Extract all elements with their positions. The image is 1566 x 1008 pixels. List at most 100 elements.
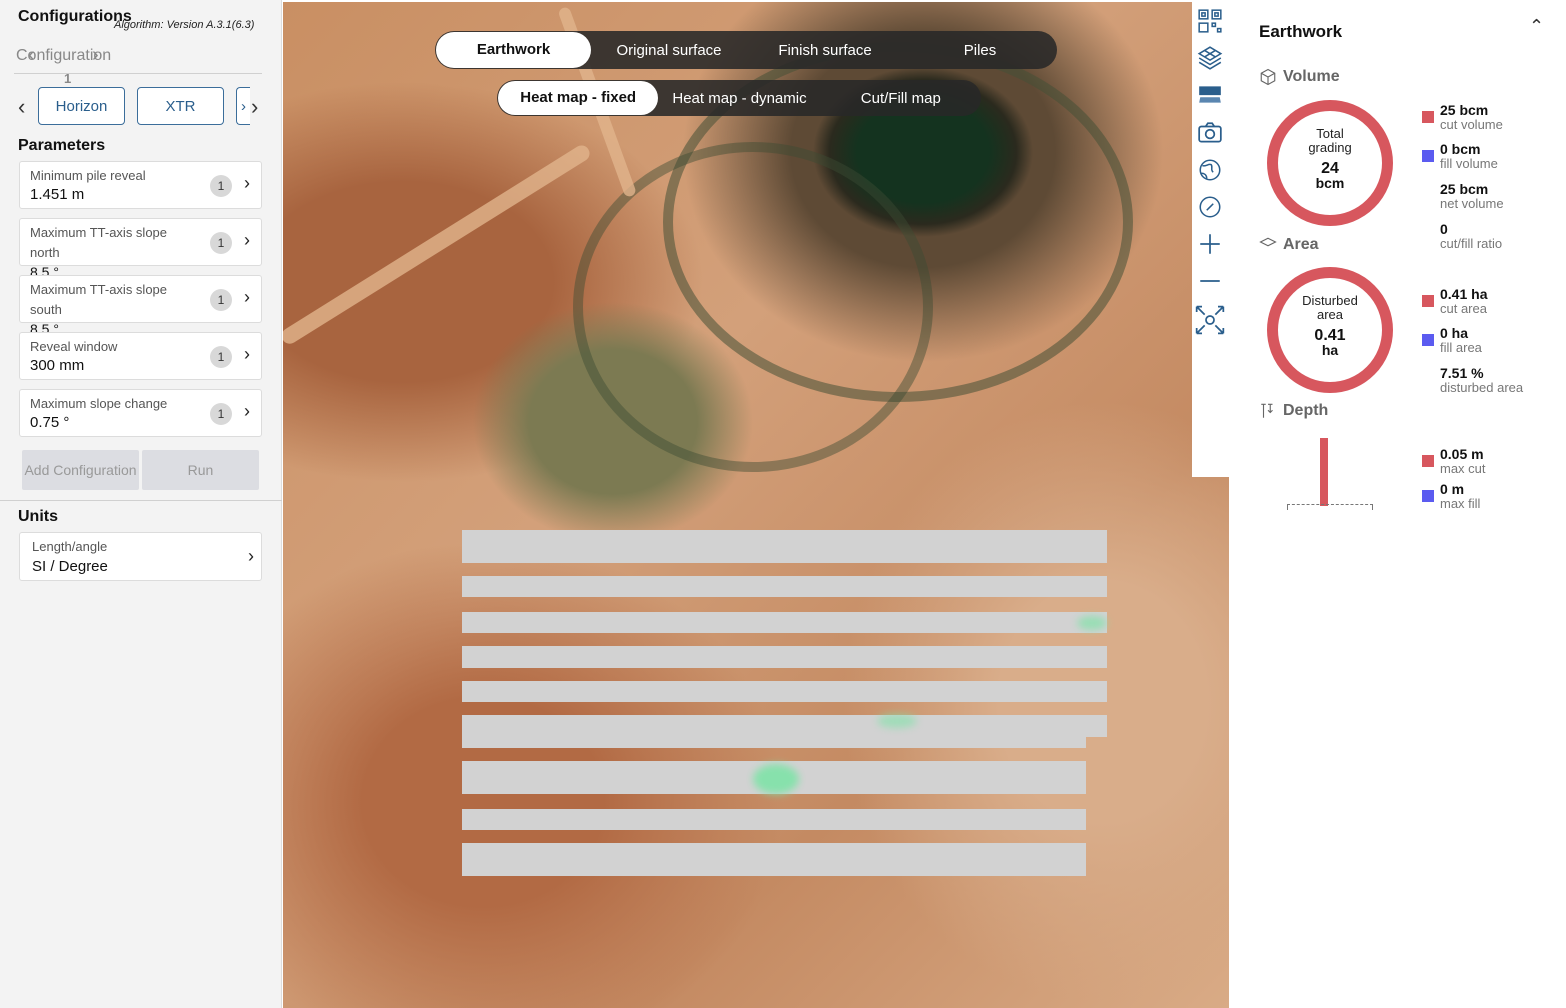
chips-scroll-right-icon[interactable]: › — [251, 94, 258, 120]
earthwork-title: Earthwork — [1259, 22, 1343, 41]
add-configuration-button[interactable]: Add Configuration — [22, 450, 139, 490]
stat-value: 0 ha — [1440, 325, 1469, 341]
run-button[interactable]: Run — [142, 450, 259, 490]
stat-caption: disturbed area — [1440, 380, 1524, 395]
heat-spot — [1077, 616, 1107, 630]
tab-piles[interactable]: Piles — [903, 42, 1057, 59]
pile-row-block[interactable] — [462, 737, 1086, 748]
stat-value: 25 bcm — [1440, 181, 1489, 197]
stat-caption: fill volume — [1440, 156, 1498, 171]
param-max-slope-north[interactable]: Maximum TT-axis slope north 8.5 ° 1 › — [19, 218, 262, 280]
stat-caption: net volume — [1440, 196, 1504, 211]
volume-title: Volume — [1283, 68, 1340, 85]
chip-partial[interactable]: › — [236, 87, 250, 125]
ring-unit: ha — [1321, 342, 1339, 358]
heat-spot — [753, 764, 799, 794]
stat-caption: cut area — [1440, 301, 1487, 316]
stat-caption: cut volume — [1440, 117, 1503, 132]
ring-unit: bcm — [1315, 175, 1345, 191]
pile-row-block[interactable] — [462, 576, 1107, 597]
camera-icon[interactable] — [1196, 119, 1224, 147]
stat-caption: max cut — [1440, 461, 1486, 476]
param-max-slope-change[interactable]: Maximum slope change 0.75 ° 1 › — [19, 389, 262, 437]
chevron-right-icon[interactable]: › — [244, 287, 250, 308]
stat-value: 25 bcm — [1440, 102, 1489, 118]
earthwork-panel: Earthwork ⌃ Volume Total grading 24 bcm … — [1229, 0, 1566, 1008]
pile-row-block[interactable] — [462, 612, 1107, 633]
cut-volume-stat: 25 bcm cut volume — [1440, 103, 1503, 132]
chevron-up-icon[interactable]: ⌃ — [1529, 16, 1544, 37]
previous-configuration-icon[interactable]: ‹ — [28, 44, 35, 67]
pile-row-block[interactable] — [462, 843, 1086, 876]
map-tools — [1192, 2, 1229, 477]
heatmap-tabs: Heat map - fixed Heat map - dynamic Cut/… — [497, 80, 981, 116]
tab-heat-map-dynamic[interactable]: Heat map - dynamic — [658, 90, 820, 107]
disturbed-area-ring: Disturbed area 0.41 ha — [1267, 267, 1393, 393]
chevron-right-icon[interactable]: › — [248, 546, 254, 567]
satellite-map[interactable]: Earthwork Original surface Finish surfac… — [283, 2, 1229, 1008]
layers-map-icon[interactable] — [1196, 44, 1224, 72]
stat-value: 0.05 m — [1440, 446, 1484, 462]
parameters-title: Parameters — [18, 137, 106, 154]
zoom-in-icon[interactable] — [1196, 230, 1224, 258]
pile-row-block[interactable] — [462, 646, 1107, 668]
param-value: 1.451 m — [30, 186, 85, 203]
fill-area-stat: 0 ha fill area — [1440, 326, 1482, 355]
param-label: Maximum slope change — [30, 396, 168, 411]
tab-heat-map-fixed[interactable]: Heat map - fixed — [498, 81, 659, 115]
chip-horizon[interactable]: Horizon — [38, 87, 125, 125]
param-label: Minimum pile reveal — [30, 168, 146, 183]
area-title: Area — [1283, 236, 1319, 253]
qr-grid-icon[interactable] — [1196, 7, 1224, 35]
chevron-right-icon[interactable]: › — [244, 401, 250, 422]
pile-row-block[interactable] — [462, 530, 1107, 563]
globe-icon[interactable] — [1196, 156, 1224, 184]
units-value: SI / Degree — [32, 558, 108, 575]
stat-value: 0.41 ha — [1440, 286, 1488, 302]
zoom-out-icon[interactable] — [1196, 267, 1224, 295]
param-label: Reveal window — [30, 339, 118, 354]
param-max-slope-south[interactable]: Maximum TT-axis slope south 8.5 ° 1 › — [19, 275, 262, 337]
depth-baseline — [1287, 504, 1373, 510]
heat-spot — [877, 714, 917, 728]
param-reveal-window[interactable]: Reveal window 300 mm 1 › — [19, 332, 262, 380]
count-badge: 1 — [210, 403, 232, 425]
param-value: 300 mm — [30, 357, 85, 374]
chips-scroll-left-icon[interactable]: ‹ — [18, 94, 25, 120]
ring-value: 0.41 — [1314, 327, 1346, 344]
chevron-right-icon[interactable]: › — [244, 173, 250, 194]
stat-caption: fill area — [1440, 340, 1482, 355]
pile-row-block[interactable] — [462, 809, 1086, 830]
ring-text: Total grading 24 bcm — [1278, 127, 1382, 191]
chevron-right-icon[interactable]: › — [244, 344, 250, 365]
chip-xtr[interactable]: XTR — [137, 87, 224, 125]
layers-stack-icon[interactable] — [1196, 80, 1224, 108]
next-configuration-icon[interactable]: › — [92, 44, 99, 67]
configuration-index: 1 — [64, 71, 72, 86]
stat-caption: max fill — [1440, 496, 1481, 511]
depth-icon — [1261, 403, 1273, 418]
fit-extent-icon[interactable] — [1194, 304, 1226, 336]
dirt-road — [283, 142, 593, 347]
cube-icon — [1260, 68, 1276, 86]
stat-value: 0 — [1440, 221, 1448, 237]
param-minimum-pile-reveal[interactable]: Minimum pile reveal 1.451 m 1 › — [19, 161, 262, 209]
tab-earthwork[interactable]: Earthwork — [436, 32, 591, 68]
count-badge: 1 — [210, 289, 232, 311]
disturbed-area-stat: 7.51 % disturbed area — [1440, 366, 1523, 395]
depth-title: Depth — [1283, 402, 1329, 419]
tab-original-surface[interactable]: Original surface — [591, 42, 747, 59]
chevron-right-icon[interactable]: › — [244, 230, 250, 251]
param-value: 0.75 ° — [30, 414, 70, 431]
pile-row-block[interactable] — [462, 715, 1107, 737]
pile-row-block[interactable] — [462, 681, 1107, 702]
max-cut-bar — [1320, 438, 1328, 506]
cut-area-stat: 0.41 ha cut area — [1440, 287, 1487, 316]
net-volume-stat: 25 bcm net volume — [1440, 182, 1504, 211]
tab-cut-fill-map[interactable]: Cut/Fill map — [821, 90, 981, 107]
tab-finish-surface[interactable]: Finish surface — [747, 42, 903, 59]
compass-icon[interactable] — [1196, 193, 1224, 221]
ring-caption: Disturbed area — [1302, 293, 1358, 322]
units-selector[interactable]: Length/angle SI / Degree › — [19, 532, 262, 581]
units-title: Units — [18, 508, 58, 525]
